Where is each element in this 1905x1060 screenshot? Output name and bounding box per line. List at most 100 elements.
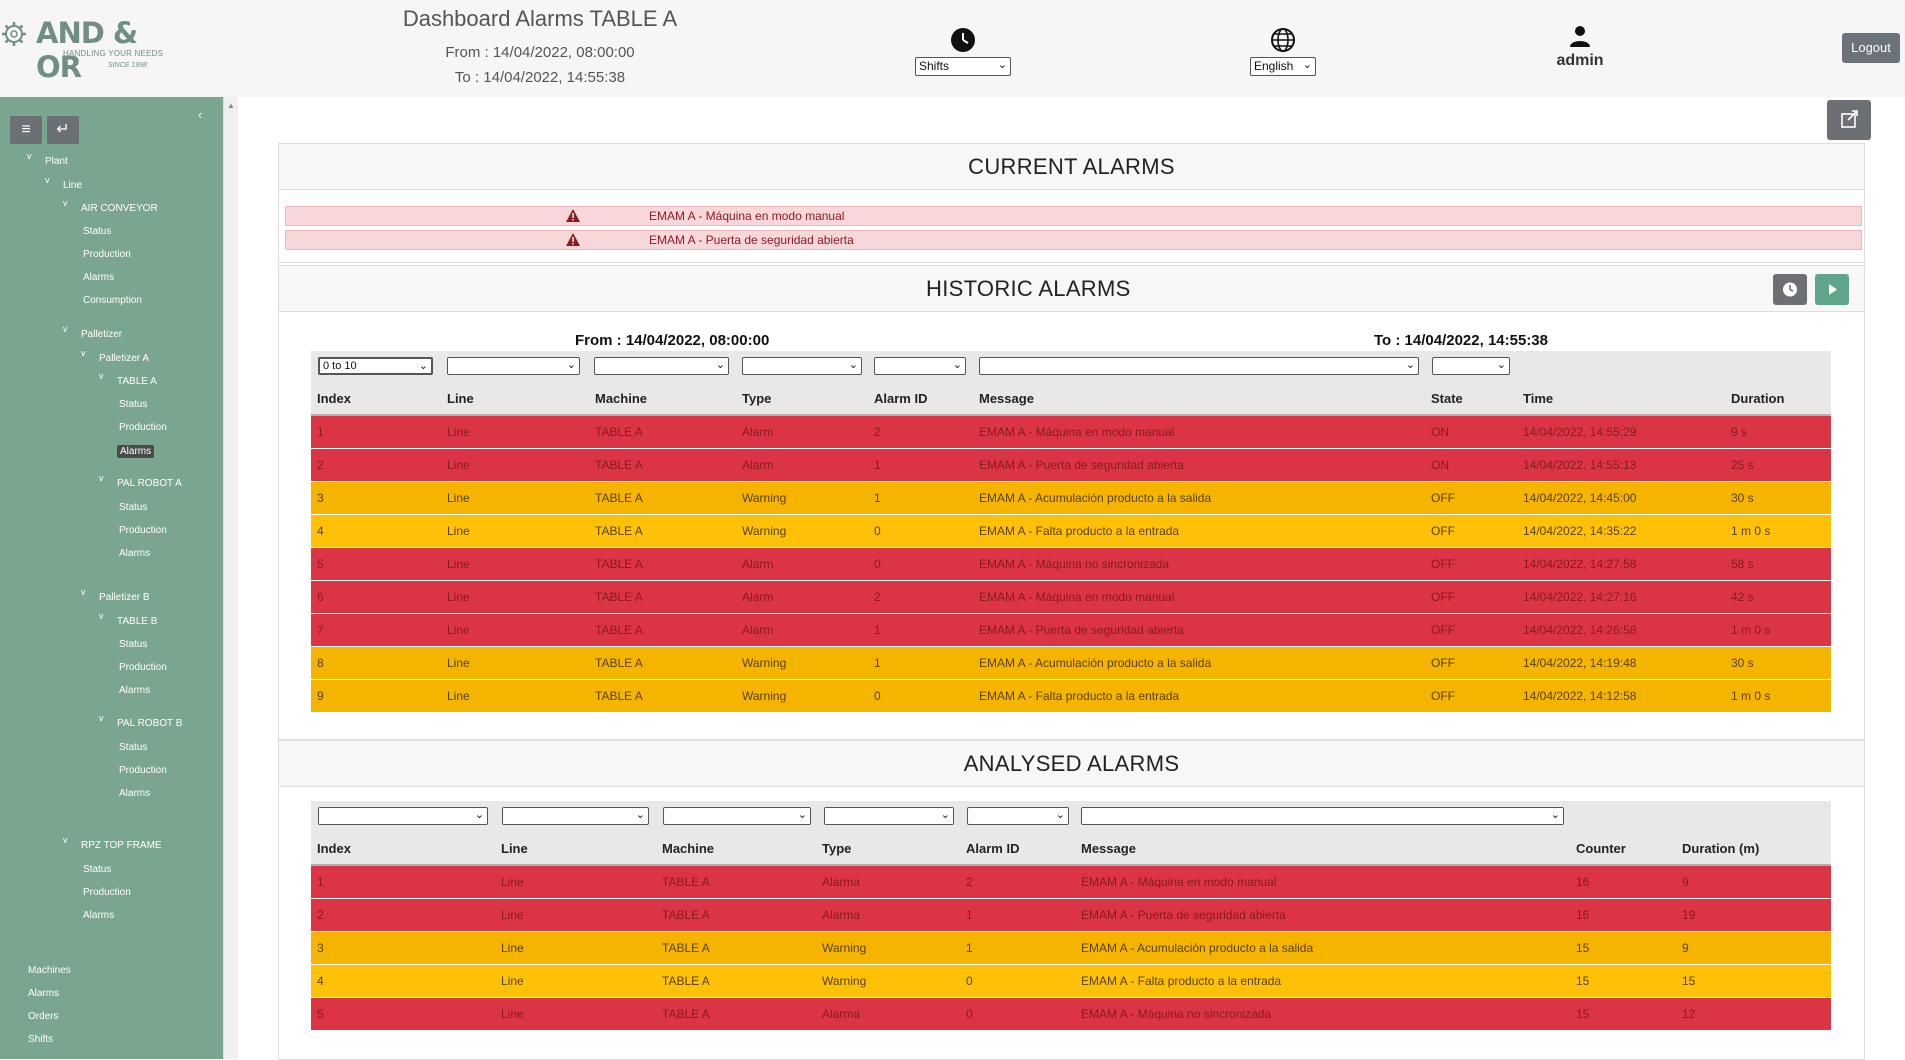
sidebar-scrollbar[interactable]: ▲ — [223, 97, 238, 1059]
tree-caret-icon[interactable]: v — [99, 371, 104, 381]
gear-logo-icon — [2, 22, 26, 46]
sidebar-tree-item[interactable]: Status — [83, 226, 111, 237]
table-cell: 2 — [311, 448, 441, 482]
collapse-sidebar-icon[interactable]: ‹ — [198, 107, 202, 122]
tree-caret-icon[interactable]: v — [45, 175, 50, 185]
play-button[interactable] — [1815, 274, 1849, 305]
time-filter-button[interactable] — [1773, 274, 1807, 305]
sidebar-tree-item[interactable]: Line — [63, 180, 82, 191]
sidebar-tree-item[interactable]: Alarms — [117, 445, 155, 458]
alarm-id-filter-select[interactable]: ⌄ — [824, 807, 954, 825]
table-row[interactable]: 4 Line TABLE A Warning 0 EMAM A - Falta produ… — [311, 514, 1831, 548]
sidebar-tree-item[interactable]: Production — [119, 422, 167, 433]
sidebar-tree-item[interactable]: Palletizer B — [99, 592, 150, 603]
tree-caret-icon[interactable]: v — [99, 473, 104, 483]
sidebar-tree-item[interactable]: AIR CONVEYOR — [81, 203, 158, 214]
tree-caret-icon[interactable]: v — [81, 587, 86, 597]
table-cell: EMAM A - Máquina no sincronizada — [973, 547, 1425, 581]
table-row[interactable]: 3 Line TABLE A Warning 1 EMAM A - Acumulación… — [311, 481, 1831, 515]
type-filter-select[interactable]: ⌄ — [742, 357, 862, 375]
line-filter-select[interactable]: ⌄ — [447, 357, 580, 375]
message-filter-select[interactable]: ⌄ — [979, 357, 1419, 375]
historic-alarms-card: HISTORIC ALARMS From : 14/04/2022, 08:00… — [278, 265, 1865, 740]
shifts-select[interactable]: Shifts ⌄ — [915, 57, 1011, 76]
sidebar-tree-item[interactable]: Alarms — [83, 910, 114, 921]
dashboard-title-block: Dashboard Alarms TABLE A From : 14/04/20… — [390, 6, 690, 90]
line-filter-select[interactable]: ⌄ — [318, 807, 488, 825]
sidebar-tree-item[interactable]: Consumption — [83, 295, 142, 306]
table-row[interactable]: 3 Line TABLE A Warning 1 EMAM A - Acumulación… — [311, 931, 1831, 965]
play-icon — [1829, 284, 1837, 295]
table-row[interactable]: 5 Line TABLE A Alarma 0 EMAM A - Máquina no s… — [311, 997, 1831, 1031]
sidebar-tree-item[interactable]: Palletizer — [81, 329, 122, 340]
chevron-down-icon: ⌄ — [848, 359, 858, 371]
sidebar-tree-item[interactable]: Status — [119, 639, 147, 650]
sidebar-tree-item[interactable]: Status — [119, 502, 147, 513]
message-filter-select[interactable]: ⌄ — [1081, 807, 1564, 825]
back-button[interactable]: ↵ — [47, 116, 79, 144]
sidebar-tree-item[interactable]: Alarms — [83, 272, 114, 283]
tree-caret-icon[interactable]: v — [63, 198, 68, 208]
machine-filter-select[interactable]: ⌄ — [594, 357, 729, 375]
sidebar-tree-item[interactable]: Alarms — [119, 548, 150, 559]
current-alarm-message: EMAM A - Puerta de seguridad abierta — [649, 233, 854, 247]
sidebar-tree-item[interactable]: Alarms — [28, 988, 59, 999]
sidebar-tree-item[interactable]: RPZ TOP FRAME — [81, 840, 162, 851]
sidebar-tree-item[interactable]: PAL ROBOT B — [117, 718, 182, 729]
table-row[interactable]: 2 Line TABLE A Alarma 1 EMAM A - Puerta de se… — [311, 898, 1831, 932]
table-cell: 0 — [960, 997, 1075, 1031]
tree-caret-icon[interactable]: v — [99, 611, 104, 621]
table-cell: Line — [441, 415, 589, 449]
table-cell: EMAM A - Máquina no sincronizada — [1075, 997, 1570, 1031]
sidebar-tree-item[interactable]: Shifts — [28, 1034, 53, 1045]
sidebar-tree-item[interactable]: Production — [83, 249, 131, 260]
menu-button[interactable]: ≡ — [10, 116, 42, 144]
sidebar-tree-item[interactable]: Status — [83, 864, 111, 875]
table-row[interactable]: 6 Line TABLE A Alarm 2 EMAM A - Máquina en mo… — [311, 580, 1831, 614]
table-cell: TABLE A — [656, 865, 816, 899]
sidebar-tree-item[interactable]: Alarms — [119, 788, 150, 799]
table-cell: 1 — [311, 865, 495, 899]
tree-caret-icon[interactable]: v — [81, 348, 86, 358]
index-range-select[interactable]: 0 to 10 ⌄ — [318, 357, 433, 375]
sidebar-tree-item[interactable]: TABLE B — [117, 616, 157, 627]
sidebar-tree-item[interactable]: Production — [119, 662, 167, 673]
tree-caret-icon[interactable]: v — [27, 151, 32, 161]
tree-caret-icon[interactable]: v — [99, 713, 104, 723]
table-row[interactable]: 1 Line TABLE A Alarma 2 EMAM A - Máquina en m… — [311, 865, 1831, 899]
alarm-id-filter-select[interactable]: ⌄ — [874, 357, 966, 375]
sidebar-tree-item[interactable]: Production — [83, 887, 131, 898]
machine-filter-select[interactable]: ⌄ — [502, 807, 649, 825]
sidebar-tree-item[interactable]: Machines — [28, 965, 71, 976]
sidebar-tree-item[interactable]: Orders — [28, 1011, 59, 1022]
sidebar-tree-item[interactable]: Production — [119, 765, 167, 776]
table-row[interactable]: 1 Line TABLE A Alarm 2 EMAM A - Máquina en mo… — [311, 415, 1831, 449]
table-row[interactable]: 8 Line TABLE A Warning 1 EMAM A - Acumulación… — [311, 646, 1831, 680]
table-cell: 5 — [311, 997, 495, 1031]
tree-caret-icon[interactable]: v — [63, 324, 68, 334]
sidebar-tree-item[interactable]: Production — [119, 525, 167, 536]
table-cell: Warning — [816, 964, 960, 998]
export-button[interactable] — [1827, 100, 1871, 140]
sidebar-tree-item[interactable]: Plant — [45, 156, 68, 167]
sidebar-tree-item[interactable]: Status — [119, 399, 147, 410]
type-filter-select[interactable]: ⌄ — [663, 807, 811, 825]
scroll-up-icon[interactable]: ▲ — [227, 101, 235, 110]
table-row[interactable]: 9 Line TABLE A Warning 0 EMAM A - Falta produ… — [311, 679, 1831, 713]
sidebar-tree-item[interactable]: TABLE A — [117, 376, 157, 387]
table-row[interactable]: 5 Line TABLE A Alarm 0 EMAM A - Máquina no si… — [311, 547, 1831, 581]
column-header: Time — [1517, 383, 1725, 416]
state-filter-select[interactable]: ⌄ — [1432, 357, 1510, 375]
sidebar-tree-item[interactable]: Palletizer A — [99, 353, 149, 364]
sidebar-tree-item[interactable]: PAL ROBOT A — [117, 478, 182, 489]
table-row[interactable]: 2 Line TABLE A Alarm 1 EMAM A - Puerta de seg… — [311, 448, 1831, 482]
sidebar-tree-item[interactable]: Status — [119, 742, 147, 753]
table-row[interactable]: 4 Line TABLE A Warning 0 EMAM A - Falta produ… — [311, 964, 1831, 998]
alarm-id-filter-select[interactable]: ⌄ — [967, 807, 1069, 825]
tree-caret-icon[interactable]: v — [63, 835, 68, 845]
column-header: Machine — [656, 833, 816, 866]
sidebar-tree-item[interactable]: Alarms — [119, 685, 150, 696]
table-row[interactable]: 7 Line TABLE A Alarm 1 EMAM A - Puerta de seg… — [311, 613, 1831, 647]
logout-button[interactable]: Logout — [1842, 33, 1900, 63]
language-select[interactable]: English ⌄ — [1250, 57, 1316, 76]
